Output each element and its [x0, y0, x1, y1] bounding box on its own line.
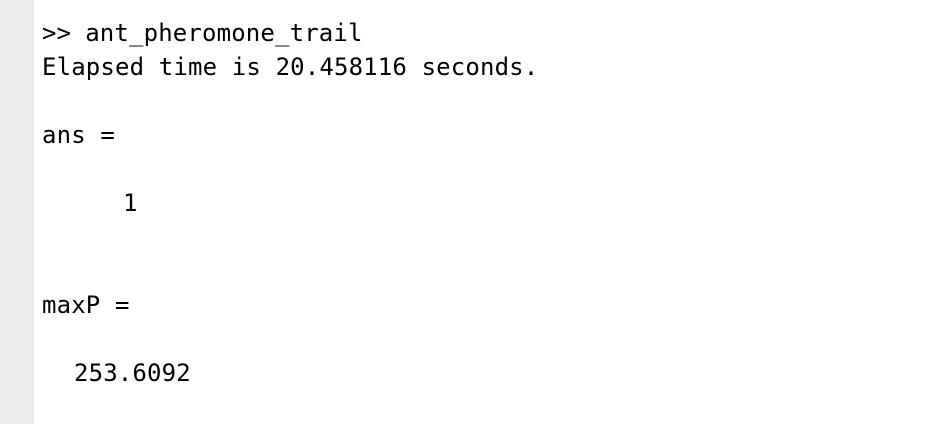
prompt-symbol: >>	[42, 19, 72, 47]
command-text: ant_pheromone_trail	[85, 19, 363, 47]
command-line: >> ant_pheromone_trail	[42, 16, 363, 50]
maxp-label: maxP =	[42, 291, 130, 319]
elapsed-time-output: Elapsed time is 20.458116 seconds.	[42, 53, 539, 81]
ans-value: 1	[123, 189, 138, 217]
maxp-value: 253.6092	[74, 359, 191, 387]
console-gutter	[0, 0, 34, 424]
command-window[interactable]: >> ant_pheromone_trail Elapsed time is 20…	[42, 16, 952, 424]
ans-label: ans =	[42, 121, 115, 149]
